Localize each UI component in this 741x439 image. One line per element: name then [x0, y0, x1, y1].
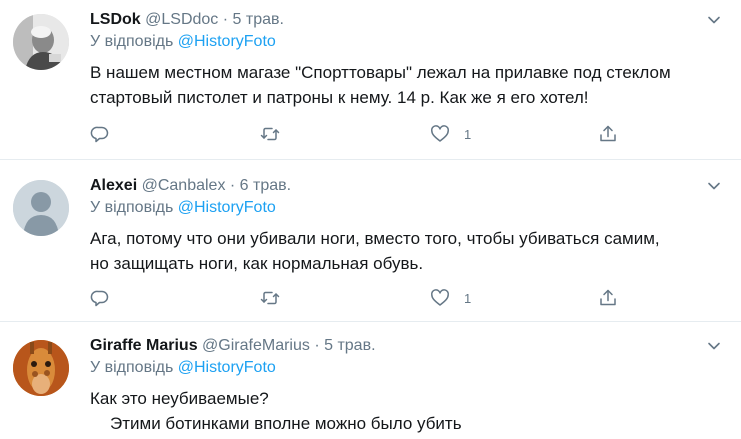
reply-icon — [90, 290, 109, 307]
tweet[interactable]: Giraffe Marius @GirafeMarius · 5 трав. У… — [0, 336, 741, 439]
avatar[interactable] — [13, 14, 69, 70]
share-icon — [600, 125, 616, 142]
tweet[interactable]: Alexei @Canbalex · 6 трав. У відповідь @… — [0, 176, 741, 322]
tweet-header: Giraffe Marius @GirafeMarius · 5 трав. — [90, 336, 376, 356]
reply-prefix: У відповідь — [90, 33, 174, 50]
separator-dot: · — [314, 337, 320, 354]
default-avatar-icon — [13, 180, 69, 236]
reply-context: У відповідь @HistoryFoto — [90, 32, 276, 52]
tweet-text-line: стартовый пистолет и патроны к нему. 14 … — [90, 88, 589, 107]
user-name[interactable]: LSDok — [90, 11, 141, 28]
divider — [0, 159, 741, 160]
tweet-text: Как это неубиваемые? Этими ботинками впо… — [90, 386, 730, 436]
reply-prefix: У відповідь — [90, 359, 174, 376]
reply-to-link[interactable]: @HistoryFoto — [178, 199, 276, 216]
tweet-text-line: Ага, потому что они убивали ноги, вместо… — [90, 229, 660, 248]
user-handle[interactable]: @Canbalex — [142, 177, 226, 194]
tweet-actions: 1 — [90, 122, 630, 146]
tweet-text-line: Этими ботинками вполне можно было убить — [110, 414, 462, 433]
timestamp[interactable]: 6 трав. — [240, 177, 291, 194]
tweet-text-line: но защищать ноги, как нормальная обувь. — [90, 254, 424, 273]
reply-button[interactable] — [90, 122, 110, 146]
like-button[interactable]: 1 — [430, 122, 471, 146]
reply-context: У відповідь @HistoryFoto — [90, 358, 276, 378]
share-icon — [600, 289, 616, 306]
reply-to-link[interactable]: @HistoryFoto — [178, 33, 276, 50]
reply-icon — [90, 126, 109, 143]
user-name[interactable]: Alexei — [90, 177, 137, 194]
tweet-text-line: Как это неубиваемые? — [90, 389, 269, 408]
avatar[interactable] — [13, 180, 69, 236]
separator-dot: · — [222, 11, 229, 28]
tweet-text-line: В нашем местном магазе "Спорттовары" леж… — [90, 63, 671, 82]
chevron-down-icon[interactable] — [706, 12, 722, 28]
retweet-button[interactable] — [260, 286, 280, 310]
like-button[interactable]: 1 — [430, 286, 471, 310]
heart-icon — [431, 289, 449, 306]
user-handle[interactable]: @GirafeMarius — [202, 337, 310, 354]
retweet-button[interactable] — [260, 122, 280, 146]
reply-button[interactable] — [90, 286, 110, 310]
chevron-down-icon[interactable] — [706, 178, 722, 194]
reply-prefix: У відповідь — [90, 199, 174, 216]
user-handle[interactable]: @LSDdoc — [145, 11, 218, 28]
retweet-icon — [260, 291, 280, 305]
avatar[interactable] — [13, 340, 69, 396]
timestamp[interactable]: 5 трав. — [233, 11, 284, 28]
tweet-text: Ага, потому что они убивали ноги, вместо… — [90, 226, 730, 276]
reply-context: У відповідь @HistoryFoto — [90, 198, 276, 218]
giraffe-avatar-icon — [13, 340, 69, 396]
tweet-header: LSDok @LSDdoc · 5 трав. — [90, 10, 284, 30]
share-button[interactable] — [598, 286, 618, 310]
tweet-actions: 1 — [90, 286, 630, 310]
heart-icon — [431, 125, 449, 142]
like-count: 1 — [464, 290, 472, 306]
share-button[interactable] — [598, 122, 618, 146]
tweet-header: Alexei @Canbalex · 6 трав. — [90, 176, 291, 196]
retweet-icon — [260, 127, 280, 141]
timestamp[interactable]: 5 трав. — [324, 337, 375, 354]
tweet-text: В нашем местном магазе "Спорттовары" леж… — [90, 60, 730, 110]
reply-to-link[interactable]: @HistoryFoto — [178, 359, 276, 376]
tweet[interactable]: LSDok @LSDdoc · 5 трав. У відповідь @His… — [0, 10, 741, 160]
chevron-down-icon[interactable] — [706, 338, 722, 354]
user-name[interactable]: Giraffe Marius — [90, 337, 198, 354]
divider — [0, 321, 741, 322]
like-count: 1 — [464, 126, 472, 142]
separator-dot: · — [229, 177, 236, 194]
avatar-photo-icon — [13, 14, 69, 70]
